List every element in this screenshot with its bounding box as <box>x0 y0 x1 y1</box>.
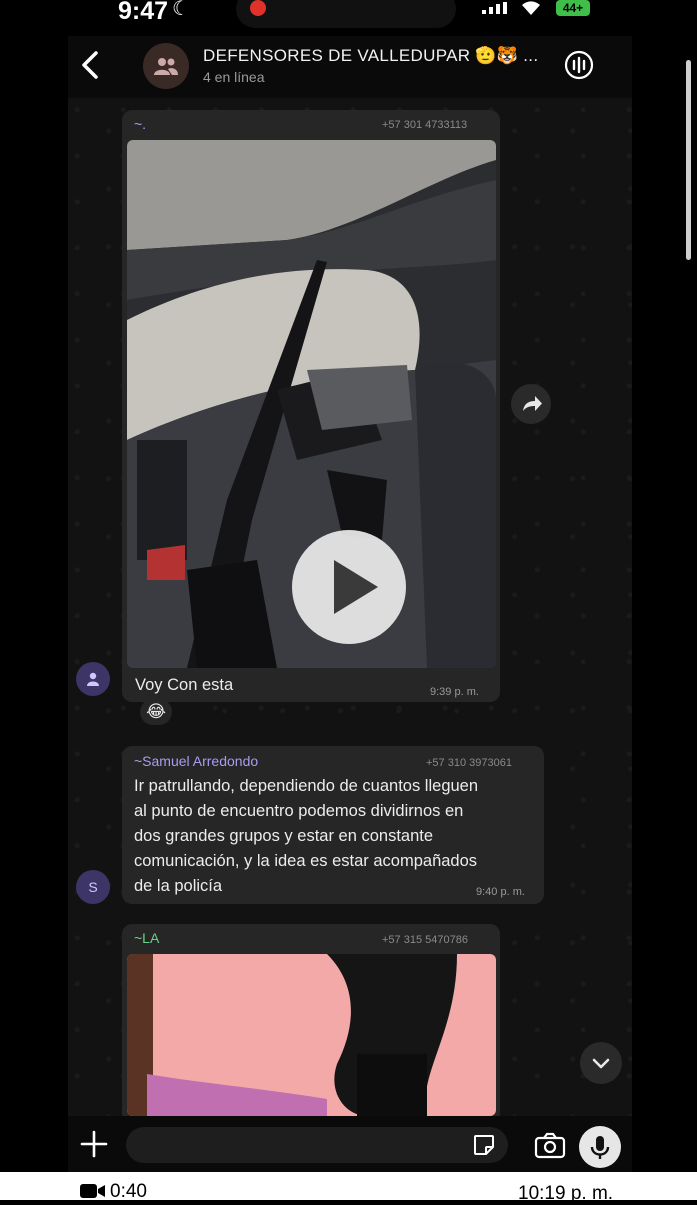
chevron-down-icon <box>592 1058 610 1069</box>
message-line: al punto de encuentro podemos dividirnos… <box>134 802 464 820</box>
moon-icon: ☾ <box>172 0 190 20</box>
dynamic-island <box>236 0 456 28</box>
microphone-icon <box>590 1136 610 1159</box>
camera-icon <box>534 1132 566 1159</box>
message-sender[interactable]: ~. <box>134 116 146 132</box>
sticker-button[interactable] <box>472 1133 496 1157</box>
screen-recording-icon <box>250 0 266 16</box>
voice-chat-button[interactable] <box>563 49 595 81</box>
message-input[interactable] <box>126 1127 508 1163</box>
forward-icon <box>523 396 542 411</box>
voice-note-button[interactable] <box>579 1126 621 1168</box>
person-icon <box>87 672 99 686</box>
scroll-to-bottom-button[interactable] <box>580 1042 622 1084</box>
battery-icon: 44+ <box>556 0 590 16</box>
message-sender[interactable]: ~Samuel Arredondo <box>134 753 258 769</box>
message-line: dos grandes grupos y estar en constante <box>134 827 434 845</box>
back-button[interactable] <box>78 48 106 84</box>
scrollbar[interactable] <box>686 60 691 260</box>
recording-frame: 9:47 ☾ 44+ DEFENSORES DE VALLEDUPAR 🫡🐯 .… <box>0 0 697 1204</box>
message-sender[interactable]: ~LA <box>134 930 159 946</box>
duration-text: 0:40 <box>110 1181 147 1202</box>
sticker-icon <box>474 1135 494 1155</box>
message-reaction[interactable]: 😂 <box>140 699 172 725</box>
recording-clock: 10:19 p. m. <box>518 1183 614 1204</box>
message-time: 9:39 p. m. <box>430 686 479 698</box>
wifi-icon <box>520 0 542 21</box>
group-avatar[interactable] <box>143 43 189 89</box>
play-icon <box>334 560 378 614</box>
message-phone: +57 310 3973061 <box>426 757 512 769</box>
phone-screen: 9:47 ☾ 44+ DEFENSORES DE VALLEDUPAR 🫡🐯 .… <box>0 0 697 1172</box>
sender-avatar[interactable] <box>76 662 110 696</box>
message-phone: +57 301 4733113 <box>382 119 468 131</box>
waveform-icon <box>564 50 594 80</box>
status-bar: 9:47 ☾ 44+ <box>0 0 697 36</box>
attach-button[interactable] <box>80 1122 110 1166</box>
message-phone: +57 315 5470786 <box>382 934 468 946</box>
video-camera-icon <box>80 1184 105 1198</box>
message-text: Voy Con esta <box>135 676 234 694</box>
image-thumbnail[interactable] <box>127 954 496 1116</box>
plus-icon <box>80 1130 108 1158</box>
status-time: 9:47 <box>118 0 169 25</box>
message-text: Ir patrullando, dependiendo de cuantos l… <box>134 774 539 899</box>
camera-button[interactable] <box>534 1131 566 1159</box>
play-button[interactable] <box>292 530 406 644</box>
forward-button[interactable] <box>511 384 551 424</box>
signal-icon <box>482 2 507 14</box>
group-icon <box>154 58 178 75</box>
message-line: comunicación, y la idea es estar acompañ… <box>134 852 478 870</box>
message-time: 9:40 p. m. <box>476 886 525 898</box>
video-thumbnail[interactable] <box>127 140 496 668</box>
chat-title[interactable]: DEFENSORES DE VALLEDUPAR 🫡🐯 ... <box>203 46 538 66</box>
online-count: 4 en línea <box>203 69 265 85</box>
sender-avatar[interactable]: S <box>76 870 110 904</box>
message-line: Ir patrullando, dependiendo de cuantos l… <box>134 777 479 795</box>
